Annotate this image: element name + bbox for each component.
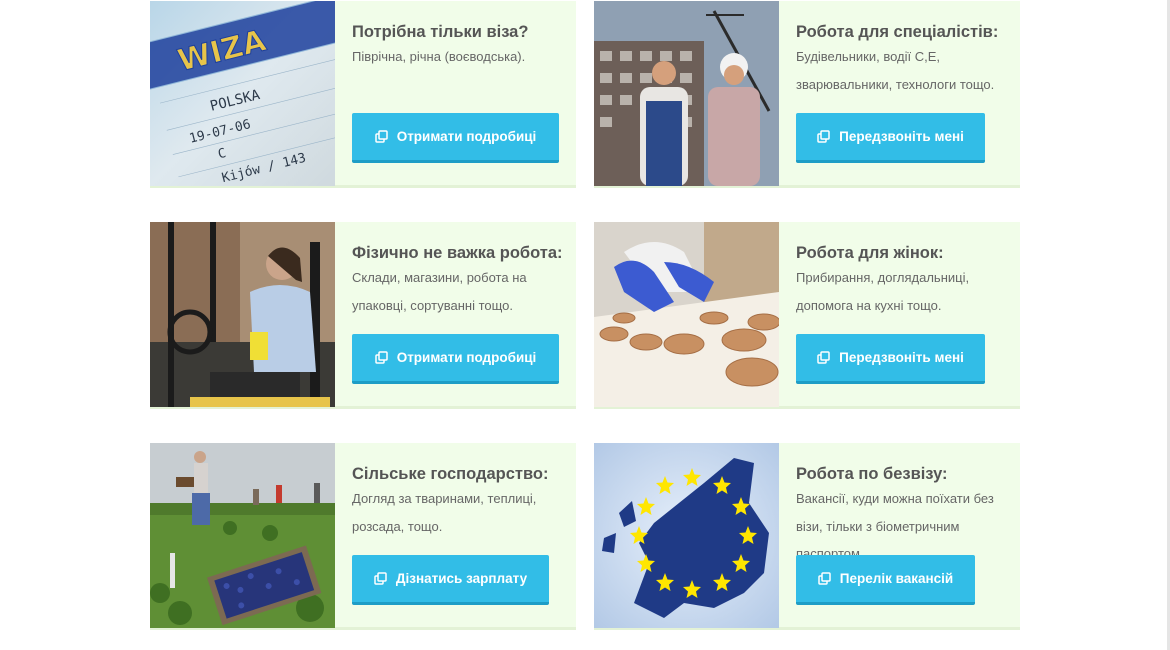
card-description: Будівельники, водії C,E, зварювальники, … [796,49,995,92]
copy-icon [818,571,832,586]
card-title: Сільське господарство: [352,465,549,483]
service-card-women: Робота для жінок: Прибирання, доглядальн… [594,222,1020,409]
button-label: Перелік вакансій [839,571,954,586]
card-title: Потрібна тільки віза? [352,23,529,41]
get-details-button[interactable]: Отримати подробиці [352,334,559,384]
card-content: Потрібна тільки віза? Піврічна, річна (в… [352,1,570,186]
card-description: Догляд за тваринами, теплиці, розсада, т… [352,491,537,534]
button-label: Передзвоніть мені [839,350,964,365]
service-card-specialists: Робота для спеціалістів: Будівельники, в… [594,1,1020,188]
copy-icon [817,129,831,144]
get-details-button[interactable]: Отримати подробиці [352,113,559,163]
button-label: Передзвоніть мені [839,129,964,144]
button-label: Отримати подробиці [396,129,537,144]
callback-button[interactable]: Передзвоніть мені [796,334,985,384]
card-description: Піврічна, річна (воєводська). [352,49,526,64]
copy-icon [817,350,831,365]
card-content: Робота по безвізу: Вакансії, куди можна … [796,443,1014,628]
eu-map-stars-photo [594,443,779,628]
service-card-visa: WIZA POLSKA 19-07-06 C Kijów / 143 Потрі… [150,1,576,188]
forklift-driver-photo [150,222,335,407]
button-label: Отримати подробиці [396,350,537,365]
copy-icon [374,129,389,144]
card-title: Фізично не важка робота: [352,244,563,262]
copy-icon [374,571,388,586]
card-description: Прибирання, доглядальниці, допомога на к… [796,270,970,313]
card-description: Склади, магазини, робота на упаковці, со… [352,270,527,313]
card-content: Робота для спеціалістів: Будівельники, в… [796,1,1014,186]
service-card-visa-free: Робота по безвізу: Вакансії, куди можна … [594,443,1020,630]
card-title: Робота по безвізу: [796,465,948,483]
service-card-agriculture: Сільське господарство: Догляд за тварина… [150,443,576,630]
cookie-factory-photo [594,222,779,407]
blueberry-field-photo [150,443,335,628]
salary-info-button[interactable]: Дізнатись зарплату [352,555,549,605]
card-title: Робота для спеціалістів: [796,23,999,41]
service-card-light-work: Фізично не важка робота: Склади, магазин… [150,222,576,409]
callback-button[interactable]: Передзвоніть мені [796,113,985,163]
services-grid: WIZA POLSKA 19-07-06 C Kijów / 143 Потрі… [0,0,1170,650]
vacancy-list-button[interactable]: Перелік вакансій [796,555,975,605]
button-label: Дізнатись зарплату [395,571,528,586]
card-content: Робота для жінок: Прибирання, доглядальн… [796,222,1014,407]
copy-icon [374,350,389,365]
polish-visa-photo: WIZA POLSKA 19-07-06 C Kijów / 143 [150,1,335,186]
construction-workers-photo [594,1,779,186]
card-content: Фізично не важка робота: Склади, магазин… [352,222,570,407]
card-content: Сільське господарство: Догляд за тварина… [352,443,570,628]
card-title: Робота для жінок: [796,244,944,262]
